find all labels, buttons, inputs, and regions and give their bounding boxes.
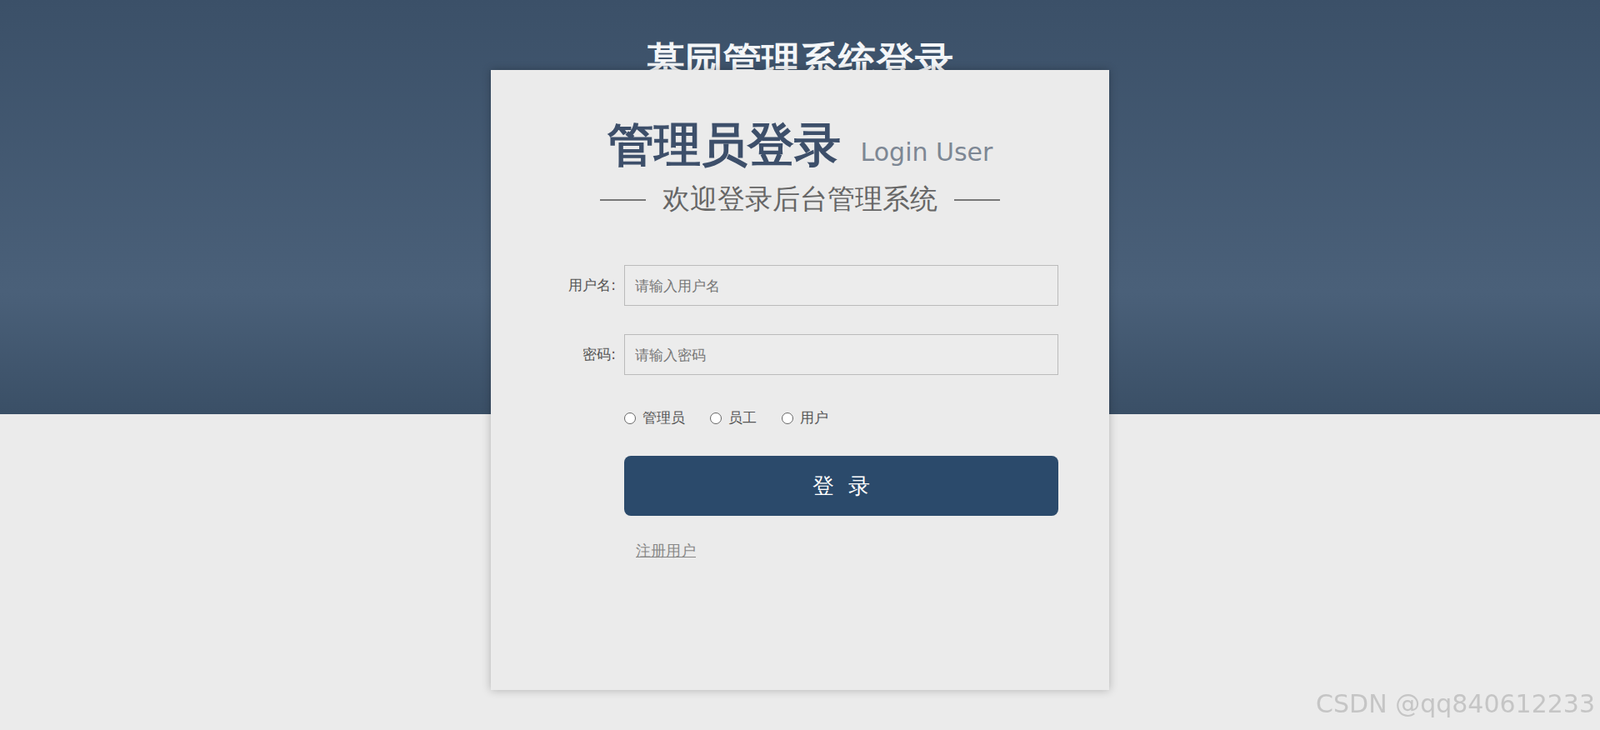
watermark: CSDN @qq840612233	[1315, 689, 1595, 719]
login-card: 管理员登录 Login User 欢迎登录后台管理系统用户名: 密码: 管理员 员工 用户登…	[490, 70, 1110, 690]
login-button[interactable]: 登 录	[624, 455, 1059, 516]
radio-circle[interactable]	[710, 412, 722, 425]
radio-circle[interactable]	[781, 412, 794, 425]
subtitle-row: 欢迎登录后台管理系统	[600, 180, 1000, 219]
field-label: 密码:	[531, 345, 616, 365]
link-row: 注册用户	[624, 540, 1059, 561]
role-label: 管理员	[642, 408, 685, 428]
radio-circle[interactable]	[624, 412, 636, 425]
subtitle: 欢迎登录后台管理系统	[662, 180, 938, 219]
login-form: 用户名: 密码: 管理员 员工 用户登 录注册用户	[531, 265, 1059, 561]
subtitle-rule	[954, 199, 1000, 201]
form-row: 密码:	[531, 334, 1059, 375]
button-row: 登 录	[624, 455, 1059, 516]
role-radio[interactable]: 员工	[710, 408, 757, 428]
role-label: 用户	[800, 408, 829, 428]
password-input[interactable]	[624, 334, 1059, 375]
heading-en: Login User	[860, 137, 994, 167]
login-page: 墓园管理系统登录管理员登录 Login User 欢迎登录后台管理系统用户名: 密码:…	[0, 0, 1600, 730]
role-label: 员工	[728, 408, 757, 428]
role-radio[interactable]: 用户	[781, 408, 829, 428]
register-link[interactable]: 注册用户	[635, 540, 696, 561]
field-label: 用户名:	[531, 275, 616, 295]
subtitle-rule	[600, 199, 646, 201]
heading-text: 管理员登录	[607, 116, 841, 173]
form-row: 用户名:	[531, 265, 1059, 306]
role-radio[interactable]: 管理员	[624, 408, 685, 428]
page-title: 墓园管理系统登录	[646, 0, 954, 70]
role-group: 管理员 员工 用户	[624, 408, 1059, 428]
username-input[interactable]	[624, 265, 1059, 306]
card-heading: 管理员登录 Login User	[607, 116, 994, 173]
